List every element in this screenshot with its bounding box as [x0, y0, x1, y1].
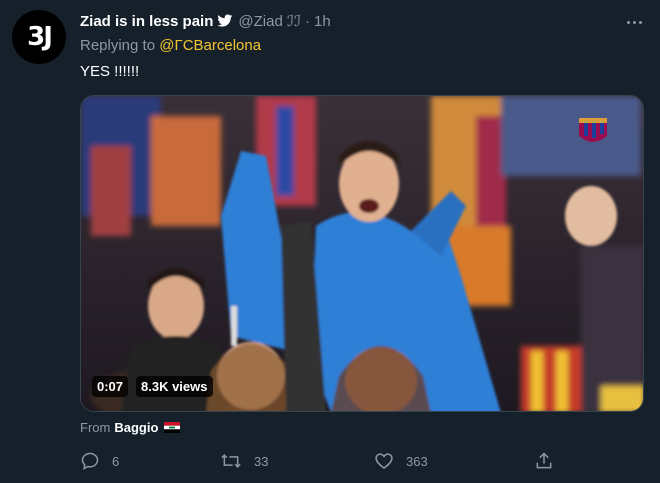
heart-icon — [375, 453, 393, 470]
tweet-time[interactable]: 1h — [314, 13, 331, 30]
more-options-icon[interactable] — [622, 12, 646, 32]
twitter-bird-icon — [217, 14, 233, 28]
like-button[interactable]: 363 — [374, 450, 428, 472]
tweet-header: Ziad is in less pain @Ziad ℐℐ · 1h — [80, 11, 331, 31]
retweet-count: 33 — [254, 453, 269, 469]
like-count: 363 — [406, 453, 428, 469]
replying-to-label: Replying to — [80, 37, 156, 54]
reply-button[interactable]: 6 — [80, 450, 119, 472]
video-player[interactable] — [80, 95, 644, 412]
retweet-icon — [221, 454, 241, 468]
retweet-button[interactable]: 33 — [220, 450, 268, 472]
video-frame — [81, 96, 643, 411]
from-label: From — [80, 420, 111, 435]
iraq-flag-icon — [164, 422, 181, 433]
tweet: 3J Ziad is in less pain @Ziad ℐℐ · 1h Re… — [0, 0, 660, 483]
video-views: 8.3K views — [136, 376, 213, 397]
author-handle[interactable]: @Ziad ℐℐ — [238, 12, 301, 30]
replying-to: Replying to @ΓCBarcelona — [80, 37, 261, 54]
media-source: From Baggio — [80, 420, 181, 435]
share-button[interactable] — [534, 450, 554, 472]
video-duration: 0:07 — [92, 376, 129, 397]
display-name[interactable]: Ziad is in less pain — [80, 13, 213, 30]
tweet-actions: 6 33 363 — [80, 450, 560, 472]
avatar-logo: 3J — [27, 22, 53, 52]
tweet-text: YES !!!!!! — [80, 63, 140, 80]
from-source-name[interactable]: Baggio — [114, 420, 158, 435]
share-icon — [536, 452, 552, 469]
replying-to-handle[interactable]: @ΓCBarcelona — [159, 37, 261, 54]
fcb-crest-icon — [579, 118, 607, 142]
reply-icon — [81, 452, 99, 470]
separator-dot: · — [305, 12, 311, 30]
reply-count: 6 — [112, 453, 120, 469]
avatar[interactable]: 3J — [12, 10, 66, 64]
